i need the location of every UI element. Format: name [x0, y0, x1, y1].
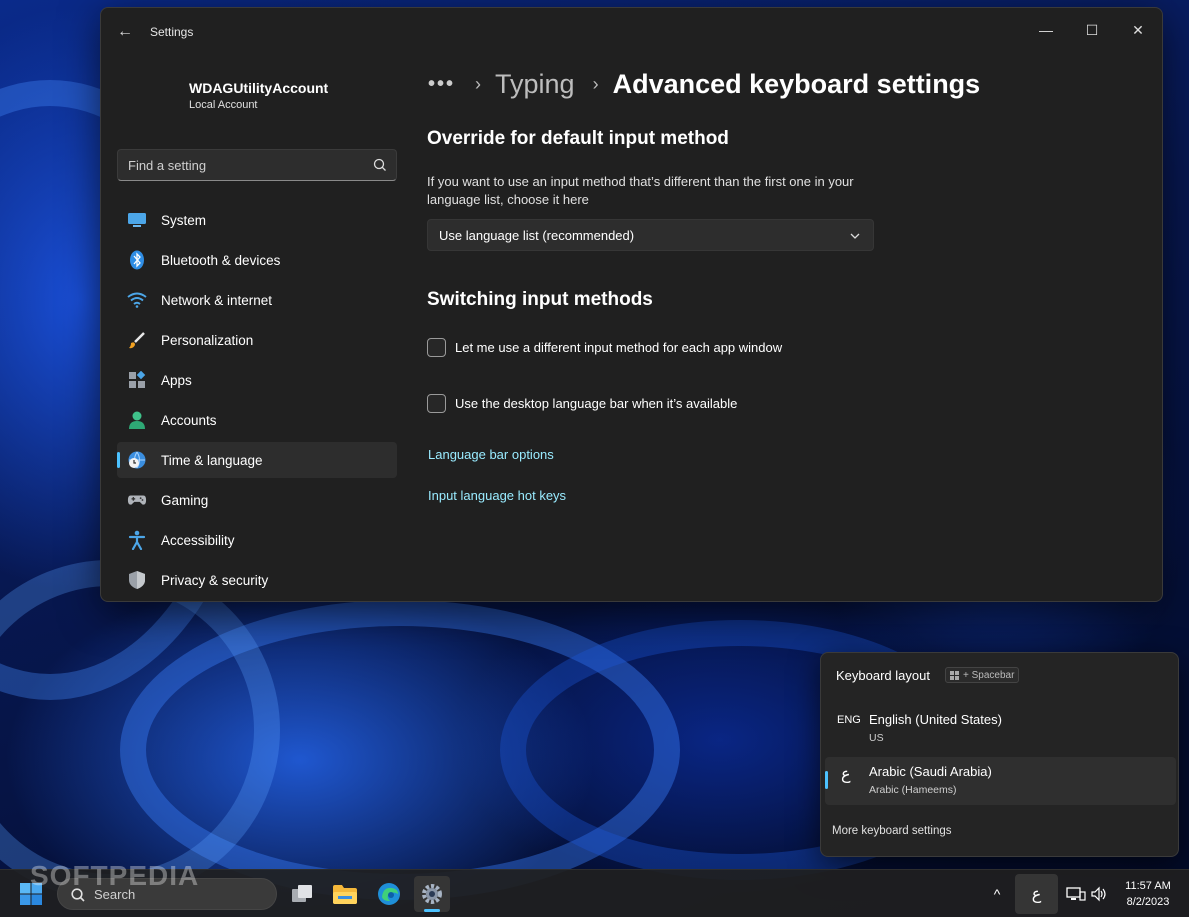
edge-browser-button[interactable]: [371, 876, 407, 912]
account-name: WDAGUtilityAccount: [189, 80, 329, 96]
language-bar-option: Use the desktop language bar when it’s a…: [427, 394, 737, 413]
more-keyboard-settings-link[interactable]: More keyboard settings: [832, 825, 952, 837]
shortcut-text: + Spacebar: [963, 669, 1015, 681]
quick-settings-button[interactable]: [1062, 874, 1112, 914]
back-button[interactable]: ←: [115, 22, 135, 42]
sidebar-item-label: Accessibility: [161, 532, 235, 548]
dropdown-selected-value: Use language list (recommended): [439, 228, 635, 243]
sidebar-item-label: Personalization: [161, 332, 254, 348]
gamepad-icon: [127, 490, 147, 510]
layout-subtitle: Arabic (Hameems): [869, 784, 957, 796]
clock-date: 8/2/2023: [1126, 896, 1170, 908]
apps-icon: [127, 370, 147, 390]
search-input[interactable]: [128, 150, 363, 180]
layout-subtitle: US: [869, 732, 884, 744]
page-title: Advanced keyboard settings: [612, 68, 981, 99]
sidebar-item-gaming[interactable]: Gaming: [117, 482, 397, 518]
sidebar-item-system[interactable]: System: [117, 202, 397, 238]
input-indicator-button[interactable]: ع: [1015, 874, 1058, 914]
sidebar-item-label: Apps: [161, 372, 192, 388]
sidebar-item-label: Accounts: [161, 412, 217, 428]
search-box[interactable]: [117, 149, 397, 181]
layout-name: English (United States): [869, 712, 1002, 727]
sidebar-item-bluetooth[interactable]: Bluetooth & devices: [117, 242, 397, 278]
per-app-input-checkbox[interactable]: [427, 338, 446, 357]
shortcut-hint: + Spacebar: [945, 667, 1020, 683]
show-hidden-icons-button[interactable]: ^: [986, 874, 1008, 914]
sidebar-item-label: Bluetooth & devices: [161, 252, 281, 268]
switching-section-title: Switching input methods: [427, 289, 653, 310]
task-view-button[interactable]: [284, 876, 320, 912]
gear-icon: [422, 884, 442, 904]
sidebar-item-network[interactable]: Network & internet: [117, 282, 397, 318]
override-description: If you want to use an input method that’…: [427, 174, 854, 207]
breadcrumb-typing-link[interactable]: Typing: [495, 69, 575, 100]
wifi-icon: [127, 290, 147, 310]
layout-item-arabic[interactable]: ع Arabic (Saudi Arabia) Arabic (Hameems): [825, 757, 1176, 805]
breadcrumb-more-button[interactable]: •••: [428, 73, 455, 96]
system-icon: [127, 210, 147, 230]
checkbox-label: Let me use a different input method for …: [455, 340, 783, 355]
settings-window: ← Settings — ☐ ✕ WDAGUtilityAccount Loca…: [100, 7, 1163, 602]
clock[interactable]: 11:57 AM 8/2/2023: [1116, 878, 1180, 910]
minimize-button[interactable]: —: [1023, 14, 1069, 46]
brush-icon: [127, 330, 147, 350]
chevron-right-icon: ›: [475, 73, 482, 94]
layout-code: ع: [841, 766, 851, 783]
task-view-icon: [292, 885, 312, 902]
sidebar-item-accessibility[interactable]: Accessibility: [117, 522, 397, 558]
windows-key-icon: [950, 670, 959, 680]
language-bar-options-link[interactable]: Language bar options: [428, 447, 554, 462]
settings-app-button[interactable]: [414, 876, 450, 912]
accessibility-icon: [127, 530, 147, 550]
sidebar-item-label: Network & internet: [161, 292, 273, 308]
sidebar-item-time-language[interactable]: Time & language: [117, 442, 397, 478]
input-language-hot-keys-link[interactable]: Input language hot keys: [428, 488, 566, 503]
flyout-title: Keyboard layout: [836, 668, 930, 683]
folder-icon: [333, 885, 357, 904]
edge-icon: [378, 883, 400, 905]
chevron-right-icon: ›: [592, 73, 599, 94]
layout-item-english[interactable]: ENG English (United States) US: [825, 705, 1176, 753]
sidebar-item-personalization[interactable]: Personalization: [117, 322, 397, 358]
maximize-button[interactable]: ☐: [1069, 14, 1115, 46]
account-type: Local Account: [189, 99, 258, 111]
clock-time: 11:57 AM: [1125, 880, 1171, 892]
close-button[interactable]: ✕: [1115, 14, 1161, 46]
softpedia-watermark: SOFTPEDIA: [30, 860, 200, 891]
shield-icon: [127, 570, 147, 590]
sidebar-item-privacy[interactable]: Privacy & security: [117, 562, 397, 598]
per-app-input-option: Let me use a different input method for …: [427, 338, 782, 357]
sidebar-item-label: Privacy & security: [161, 572, 269, 588]
globe-clock-icon: [127, 450, 147, 470]
sidebar-item-apps[interactable]: Apps: [117, 362, 397, 398]
title-bar: ← Settings — ☐ ✕: [101, 8, 1162, 56]
sidebar-item-accounts[interactable]: Accounts: [117, 402, 397, 438]
sidebar-item-label: System: [161, 212, 207, 228]
sidebar-item-label: Gaming: [161, 492, 209, 508]
breadcrumb: ••• › Typing › Advanced keyboard setting…: [428, 66, 980, 102]
keyboard-layout-flyout: Keyboard layout + Spacebar ENG English (…: [820, 652, 1179, 857]
checkbox-label: Use the desktop language bar when it’s a…: [455, 396, 738, 411]
layout-code: ENG: [837, 714, 861, 726]
input-method-dropdown[interactable]: Use language list (recommended): [427, 219, 874, 251]
bluetooth-icon: [127, 250, 147, 270]
sidebar-nav: System Bluetooth & devices Network & int…: [117, 202, 397, 601]
network-icon: [1066, 887, 1086, 901]
search-icon[interactable]: [372, 157, 388, 173]
layout-name: Arabic (Saudi Arabia): [869, 764, 992, 779]
chevron-down-icon: [850, 233, 860, 239]
app-title: Settings: [150, 25, 194, 39]
sidebar-item-label: Time & language: [161, 452, 263, 468]
person-icon: [127, 410, 147, 430]
override-section-title: Override for default input method: [427, 128, 729, 149]
volume-icon: [1091, 886, 1106, 902]
file-explorer-button[interactable]: [327, 876, 363, 912]
language-bar-checkbox[interactable]: [427, 394, 446, 413]
avatar[interactable]: [119, 70, 175, 126]
